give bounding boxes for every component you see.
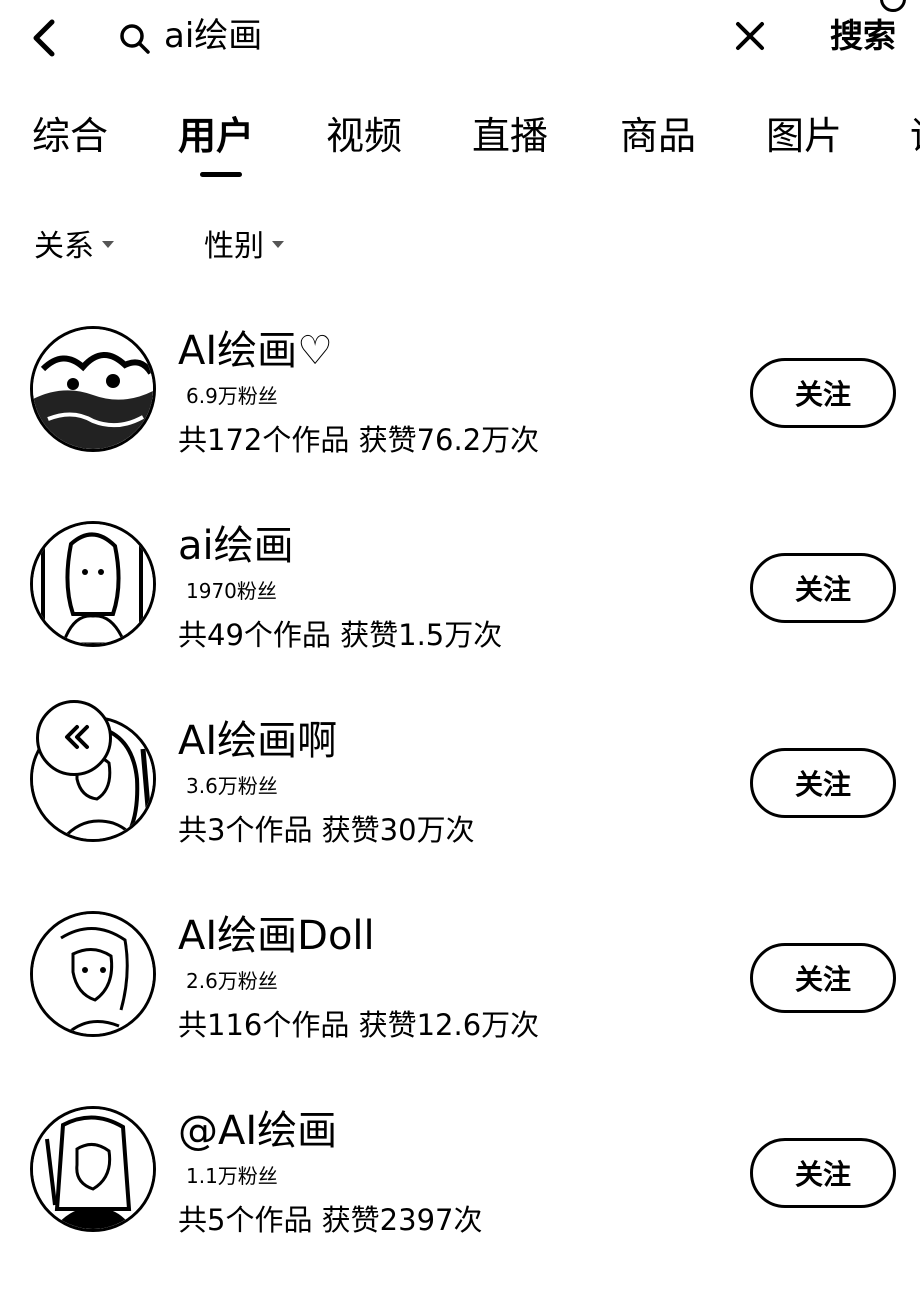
user-result-row[interactable]: AI绘画Doll 2.6万粉丝 共116个作品 获赞12.6万次 关注 xyxy=(0,911,920,1106)
avatar[interactable] xyxy=(30,521,156,647)
tab-users[interactable]: 用户 xyxy=(178,108,254,164)
tab-topics[interactable]: 话 xyxy=(910,108,920,164)
user-name[interactable]: AI绘画♡ xyxy=(178,326,333,376)
tab-videos[interactable]: 视频 xyxy=(326,108,402,164)
floating-back-button[interactable] xyxy=(36,700,112,776)
user-stats: 共172个作品 获赞76.2万次 xyxy=(178,423,540,457)
search-input[interactable]: ai绘画 xyxy=(164,14,262,58)
avatar[interactable] xyxy=(30,326,156,452)
follow-button[interactable]: 关注 xyxy=(750,553,896,623)
user-name[interactable]: AI绘画Doll xyxy=(178,911,375,961)
fan-count: 1.1万粉丝 xyxy=(186,1164,278,1188)
follow-button[interactable]: 关注 xyxy=(750,943,896,1013)
user-stats: 共116个作品 获赞12.6万次 xyxy=(178,1008,540,1042)
filter-label: 性别 xyxy=(204,229,264,264)
user-result-row[interactable]: @AI绘画 1.1万粉丝 共5个作品 获赞2397次 关注 xyxy=(0,1106,920,1301)
fan-count: 2.6万粉丝 xyxy=(186,969,278,993)
status-indicator-icon xyxy=(880,0,906,12)
active-tab-indicator xyxy=(200,172,242,177)
avatar-image xyxy=(33,1109,153,1229)
tab-general[interactable]: 综合 xyxy=(32,108,108,164)
user-result-row[interactable]: AI绘画♡ 6.9万粉丝 共172个作品 获赞76.2万次 关注 xyxy=(0,326,920,521)
user-name[interactable]: @AI绘画 xyxy=(178,1106,337,1156)
caret-down-icon xyxy=(272,241,284,248)
user-name[interactable]: AI绘画啊 xyxy=(178,716,337,766)
chevron-left-icon xyxy=(33,19,55,57)
caret-down-icon xyxy=(102,241,114,248)
search-icon xyxy=(120,24,150,54)
user-result-row[interactable]: ai绘画 1970粉丝 共49个作品 获赞1.5万次 关注 xyxy=(0,521,920,716)
user-stats: 共3个作品 获赞30万次 xyxy=(178,813,475,847)
avatar-image xyxy=(33,524,153,644)
fan-count: 6.9万粉丝 xyxy=(186,384,278,408)
search-button[interactable]: 搜索 xyxy=(830,14,896,58)
follow-button[interactable]: 关注 xyxy=(750,358,896,428)
tab-products[interactable]: 商品 xyxy=(620,108,696,164)
filter-relationship[interactable]: 关系 xyxy=(34,226,114,268)
avatar-image xyxy=(33,329,153,449)
user-stats: 共49个作品 获赞1.5万次 xyxy=(178,618,503,652)
tab-images[interactable]: 图片 xyxy=(766,108,842,164)
fan-count: 1970粉丝 xyxy=(186,579,277,603)
user-result-row[interactable]: AI绘画啊 3.6万粉丝 共3个作品 获赞30万次 关注 xyxy=(0,716,920,911)
tab-bar: 综合 用户 视频 直播 商品 图片 话 xyxy=(0,108,920,188)
tab-live[interactable]: 直播 xyxy=(472,108,548,164)
avatar-image xyxy=(33,914,153,1034)
clear-search-button[interactable] xyxy=(730,16,770,56)
follow-button[interactable]: 关注 xyxy=(750,748,896,818)
search-bar: ai绘画 搜索 xyxy=(0,0,920,80)
filter-gender[interactable]: 性别 xyxy=(204,226,284,268)
chevron-left-icon xyxy=(65,725,89,749)
fan-count: 3.6万粉丝 xyxy=(186,774,278,798)
avatar[interactable] xyxy=(30,1106,156,1232)
back-button[interactable] xyxy=(24,14,68,62)
user-stats: 共5个作品 获赞2397次 xyxy=(178,1203,483,1237)
avatar[interactable] xyxy=(30,911,156,1037)
close-icon xyxy=(736,22,764,50)
user-name[interactable]: ai绘画 xyxy=(178,521,294,571)
filter-label: 关系 xyxy=(34,229,94,264)
follow-button[interactable]: 关注 xyxy=(750,1138,896,1208)
